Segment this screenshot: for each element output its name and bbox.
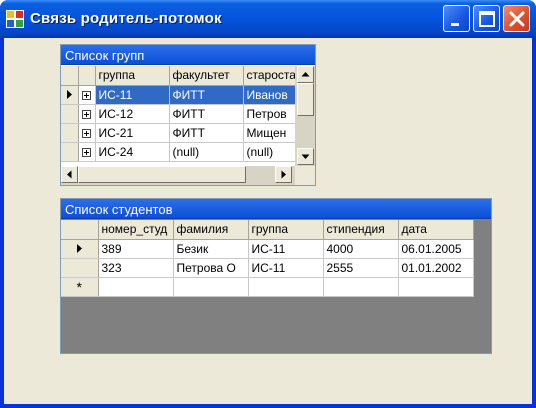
expand-icon[interactable] <box>78 142 96 162</box>
scroll-down-button[interactable] <box>297 148 314 165</box>
scrollbar-corner <box>295 166 315 185</box>
minimize-icon <box>451 23 459 26</box>
title-bar[interactable]: Связь родитель-потомок <box>0 0 536 38</box>
cell-group[interactable]: ИС-11 <box>95 85 170 105</box>
expand-icon[interactable] <box>78 104 96 124</box>
table-row[interactable]: ИС-24 (null) (null) <box>61 142 296 162</box>
scroll-up-button[interactable] <box>297 66 314 83</box>
column-header-surname[interactable]: фамилия <box>173 220 249 240</box>
cell-scholarship[interactable]: 4000 <box>323 239 399 259</box>
app-window: Связь родитель-потомок Список групп груп… <box>0 0 536 408</box>
groups-vertical-scrollbar[interactable] <box>295 66 315 166</box>
arrow-right-icon <box>281 170 286 179</box>
cell-surname[interactable]: Петрова О <box>173 258 249 278</box>
client-area: Список групп группа факультет староста И… <box>4 38 532 404</box>
groups-header-row: группа факультет староста <box>61 66 296 86</box>
students-grid[interactable]: Список студентов номер_студ фамилия груп… <box>60 198 492 354</box>
cell-group[interactable]: ИС-21 <box>95 123 170 143</box>
window-title: Связь родитель-потомок <box>30 10 222 27</box>
students-header-row: номер_студ фамилия группа стипендия дата <box>61 220 474 240</box>
cell-faculty[interactable]: ФИТТ <box>169 104 244 124</box>
arrow-up-icon <box>301 72 310 77</box>
cell-head[interactable]: Иванов <box>243 85 296 105</box>
column-header-head[interactable]: староста <box>243 66 296 86</box>
table-row[interactable]: 389 Безик ИС-11 4000 06.01.2005 <box>61 239 474 259</box>
groups-grid[interactable]: Список групп группа факультет староста И… <box>60 44 316 186</box>
table-row[interactable]: ИС-21 ФИТТ Мищен <box>61 123 296 143</box>
cell-group[interactable]: ИС-24 <box>95 142 170 162</box>
cell-date[interactable]: 01.01.2002 <box>398 258 474 278</box>
table-row[interactable]: 323 Петрова О ИС-11 2555 01.01.2002 <box>61 258 474 278</box>
header-spacer <box>78 66 96 86</box>
new-cell[interactable] <box>248 277 324 297</box>
close-icon <box>509 11 525 27</box>
expand-icon[interactable] <box>78 85 96 105</box>
current-row-arrow-icon <box>61 85 79 105</box>
cell-faculty[interactable]: ФИТТ <box>169 85 244 105</box>
cell-scholarship[interactable]: 2555 <box>323 258 399 278</box>
cell-faculty[interactable]: (null) <box>169 142 244 162</box>
table-row[interactable]: ИС-12 ФИТТ Петров <box>61 104 296 124</box>
new-row[interactable]: * <box>61 277 474 297</box>
maximize-icon <box>479 11 495 27</box>
cell-student-number[interactable]: 323 <box>98 258 174 278</box>
expand-icon[interactable] <box>78 123 96 143</box>
cell-date[interactable]: 06.01.2005 <box>398 239 474 259</box>
column-header-scholarship[interactable]: стипендия <box>323 220 399 240</box>
close-button[interactable] <box>503 5 530 32</box>
cell-faculty[interactable]: ФИТТ <box>169 123 244 143</box>
row-header[interactable] <box>61 123 79 143</box>
cell-student-number[interactable]: 389 <box>98 239 174 259</box>
column-header-group[interactable]: группа <box>95 66 170 86</box>
new-cell[interactable] <box>98 277 174 297</box>
arrow-left-icon <box>67 170 72 179</box>
cell-head[interactable]: Мищен <box>243 123 296 143</box>
cell-head[interactable]: Петров <box>243 104 296 124</box>
scroll-thumb-horizontal[interactable] <box>78 166 246 183</box>
minimize-button[interactable] <box>443 5 470 32</box>
row-header[interactable] <box>61 142 79 162</box>
cell-group[interactable]: ИС-12 <box>95 104 170 124</box>
scroll-left-button[interactable] <box>61 166 78 183</box>
new-row-marker: * <box>61 277 99 297</box>
cell-surname[interactable]: Безик <box>173 239 249 259</box>
column-header-group[interactable]: группа <box>248 220 324 240</box>
new-cell[interactable] <box>173 277 249 297</box>
row-header-corner <box>61 66 79 86</box>
column-header-date[interactable]: дата <box>398 220 474 240</box>
students-table[interactable]: номер_студ фамилия группа стипендия дата… <box>61 220 474 297</box>
table-row[interactable]: ИС-11 ФИТТ Иванов <box>61 85 296 105</box>
column-header-student-number[interactable]: номер_студ <box>98 220 174 240</box>
new-cell[interactable] <box>323 277 399 297</box>
cell-group[interactable]: ИС-11 <box>248 239 324 259</box>
row-header-corner <box>61 220 99 240</box>
groups-table[interactable]: группа факультет староста ИС-11 ФИТТ Ива… <box>61 66 296 162</box>
new-cell[interactable] <box>398 277 474 297</box>
row-header[interactable] <box>61 258 99 278</box>
row-header[interactable] <box>61 104 79 124</box>
maximize-button[interactable] <box>473 5 500 32</box>
scroll-right-button[interactable] <box>275 166 292 183</box>
groups-horizontal-scrollbar[interactable] <box>61 166 295 185</box>
scroll-thumb[interactable] <box>297 83 314 116</box>
students-grid-caption: Список студентов <box>61 199 491 219</box>
cell-group[interactable]: ИС-11 <box>248 258 324 278</box>
app-icon <box>6 10 24 28</box>
current-row-arrow-icon <box>61 239 99 259</box>
column-header-faculty[interactable]: факультет <box>169 66 244 86</box>
cell-head[interactable]: (null) <box>243 142 296 162</box>
arrow-down-icon <box>301 154 310 159</box>
groups-grid-caption: Список групп <box>61 45 315 65</box>
